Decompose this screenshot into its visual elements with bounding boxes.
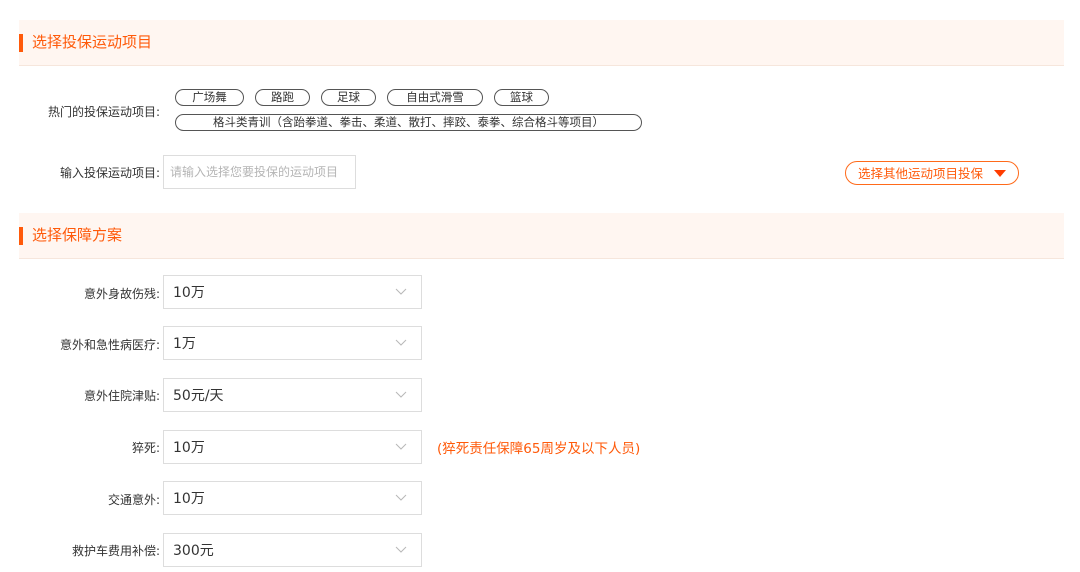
- chevron-down-icon: [395, 339, 407, 346]
- sudden-death-note: (猝死责任保障65周岁及以下人员): [437, 441, 641, 457]
- hot-tag-square-dance[interactable]: 广场舞: [175, 89, 244, 106]
- section-header-plan: 选择保障方案: [19, 213, 1064, 259]
- select-value: 300元: [173, 543, 214, 559]
- hot-tag-freestyle-skiing[interactable]: 自由式滑雪: [387, 89, 483, 106]
- plan-select-medical[interactable]: 1万: [163, 326, 422, 360]
- plan-select-accidental-death[interactable]: 10万: [163, 275, 422, 309]
- other-sport-button-label: 选择其他运动项目投保: [858, 166, 984, 181]
- hot-tag-basketball[interactable]: 篮球: [494, 89, 549, 106]
- chevron-down-icon: [395, 288, 407, 295]
- chevron-down-icon: [395, 391, 407, 398]
- plan-label-sudden-death: 猝死:: [131, 441, 160, 455]
- hot-tag-combat-youth-training[interactable]: 格斗类青训（含跆拳道、拳击、柔道、散打、摔跤、泰拳、综合格斗等项目）: [175, 114, 642, 131]
- select-value: 10万: [173, 285, 205, 301]
- hot-tag-football[interactable]: 足球: [321, 89, 376, 106]
- section-accent-bar: [19, 227, 23, 245]
- other-sport-button[interactable]: 选择其他运动项目投保: [845, 161, 1019, 185]
- select-value: 1万: [173, 336, 196, 352]
- section-title: 选择投保运动项目: [32, 33, 153, 51]
- plan-label-hospital-allowance: 意外住院津贴:: [83, 389, 160, 403]
- section-header-sport: 选择投保运动项目: [19, 20, 1064, 66]
- plan-label-medical: 意外和急性病医疗:: [59, 338, 160, 352]
- hot-tag-road-running[interactable]: 路跑: [255, 89, 310, 106]
- select-value: 50元/天: [173, 388, 224, 404]
- hot-sports-label: 热门的投保运动项目:: [47, 105, 160, 119]
- plan-select-hospital-allowance[interactable]: 50元/天: [163, 378, 422, 412]
- section-title: 选择保障方案: [32, 226, 123, 244]
- chevron-down-icon: [395, 546, 407, 553]
- caret-down-icon: [994, 170, 1006, 177]
- insurance-form: 选择投保运动项目 热门的投保运动项目: 广场舞 路跑 足球 自由式滑雪 篮球 格…: [0, 0, 1080, 572]
- section-accent-bar: [19, 34, 23, 52]
- chevron-down-icon: [395, 443, 407, 450]
- plan-label-traffic-accident: 交通意外:: [107, 493, 160, 507]
- select-value: 10万: [173, 491, 205, 507]
- chevron-down-icon: [395, 494, 407, 501]
- sport-input-label: 输入投保运动项目:: [59, 166, 160, 180]
- plan-label-accidental-death: 意外身故伤残:: [83, 287, 160, 301]
- plan-select-sudden-death[interactable]: 10万: [163, 430, 422, 464]
- select-value: 10万: [173, 440, 205, 456]
- sport-search-input[interactable]: [163, 155, 356, 189]
- plan-label-ambulance: 救护车费用补偿:: [71, 544, 160, 558]
- plan-select-traffic-accident[interactable]: 10万: [163, 481, 422, 515]
- plan-select-ambulance[interactable]: 300元: [163, 533, 422, 567]
